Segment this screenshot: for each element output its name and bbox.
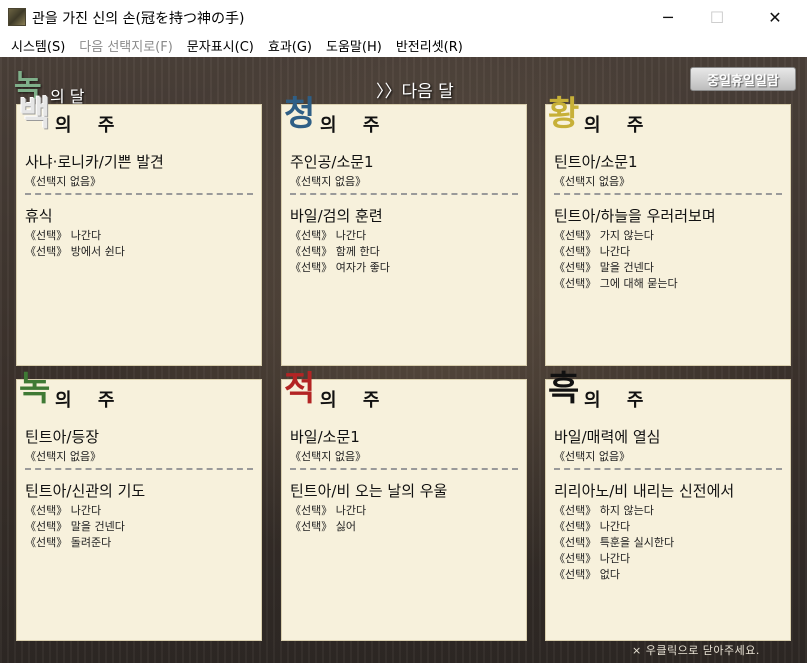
event-choice[interactable]: 《선택》 여자가 좋다: [290, 259, 390, 275]
event-choice[interactable]: 《선택》 나간다: [554, 518, 630, 534]
week-char: 황: [548, 94, 580, 134]
week-char: 녹: [19, 369, 51, 409]
event-choice[interactable]: 《선택지 없음》: [290, 173, 366, 189]
event-choice[interactable]: 《선택지 없음》: [554, 173, 630, 189]
event-choice[interactable]: 《선택》 함께 한다: [290, 243, 380, 259]
event-title[interactable]: 틴트아/등장: [25, 426, 99, 447]
event-choice[interactable]: 《선택》 없다: [554, 566, 620, 582]
event-choice[interactable]: 《선택》 가지 않는다: [554, 227, 654, 243]
event-divider: [25, 468, 253, 470]
event-choice[interactable]: 《선택지 없음》: [290, 448, 366, 464]
maximize-button[interactable]: ☐: [694, 0, 740, 34]
event-divider: [290, 468, 518, 470]
event-choice[interactable]: 《선택》 그에 대해 묻는다: [554, 275, 678, 291]
menu-help[interactable]: 도움말(H): [319, 36, 389, 55]
event-divider: [554, 468, 782, 470]
week-panel-black: 흑의 주 바일/매력에 열심 《선택지 없음》 리리아노/비 내리는 신전에서 《선택》…: [545, 372, 791, 641]
menu-text-display[interactable]: 문자표시(C): [180, 36, 261, 55]
week-label: 의 주: [584, 115, 654, 136]
window-title: 관을 가진 신의 손(冠を持つ神の手): [32, 11, 245, 27]
event-choice[interactable]: 《선택》 말을 건넨다: [554, 259, 654, 275]
week-char: 흑: [548, 369, 580, 409]
week-label: 의 주: [584, 390, 654, 411]
event-choice[interactable]: 《선택》 특훈을 실시한다: [554, 534, 674, 550]
title-bar[interactable]: 관을 가진 신의 손(冠を持つ神の手) ─ ☐ ✕: [0, 0, 807, 34]
week-panel-green: 녹의 주 틴트아/등장 《선택지 없음》 틴트아/신관의 기도 《선택》 나간다 《선택》…: [16, 372, 262, 641]
week-panel-white: 백의 주사냐·로니카/기쁜 발견 《선택지 없음》 휴식 《선택》 나간다 《선택》 방…: [16, 97, 262, 366]
event-choice[interactable]: 《선택》 하지 않는다: [554, 502, 654, 518]
event-choice[interactable]: 《선택》 싫어: [290, 518, 356, 534]
event-choice[interactable]: 《선택》 나간다: [25, 502, 101, 518]
menu-bar: 시스템(S) 다음 선택지로(F) 문자표시(C) 효과(G) 도움말(H) 반…: [0, 34, 807, 56]
event-choice[interactable]: 《선택》 나간다: [290, 502, 366, 518]
minimize-button[interactable]: ─: [645, 0, 691, 34]
week-panel-red: 적의 주바일/소문1 《선택지 없음》 틴트아/비 오는 날의 우울 《선택》 나간다…: [281, 372, 527, 641]
week-char: 적: [284, 369, 316, 409]
event-title[interactable]: 리리아노/비 내리는 신전에서: [554, 480, 734, 501]
week-label: 의 주: [320, 115, 390, 136]
event-title[interactable]: 바일/소문1: [290, 426, 360, 447]
week-label: 의 주: [55, 390, 125, 411]
event-choice[interactable]: 《선택지 없음》: [25, 448, 101, 464]
event-title[interactable]: 바일/매력에 열심: [554, 426, 660, 447]
event-title[interactable]: 틴트아/소문1: [554, 151, 638, 172]
event-choice[interactable]: 《선택》 말을 건넨다: [25, 518, 125, 534]
event-title[interactable]: 휴식: [25, 205, 53, 226]
event-title[interactable]: 틴트아/비 오는 날의 우울: [290, 480, 447, 501]
menu-system[interactable]: 시스템(S): [4, 36, 72, 55]
week-label: 의 주: [55, 115, 125, 136]
event-title[interactable]: 바일/검의 훈련: [290, 205, 383, 226]
event-choice[interactable]: 《선택지 없음》: [25, 173, 101, 189]
close-button[interactable]: ✕: [752, 0, 798, 34]
event-choice[interactable]: 《선택》 방에서 쉰다: [25, 243, 125, 259]
close-hint: × 우클릭으로 닫아주세요.: [632, 644, 760, 657]
event-divider: [290, 193, 518, 195]
event-choice[interactable]: 《선택》 나간다: [25, 227, 101, 243]
week-panel-yellow: 황의 주틴트아/소문1 《선택지 없음》 틴트아/하늘을 우러러보며 《선택》 가지 …: [545, 97, 791, 366]
menu-reverse-reset[interactable]: 반전리셋(R): [389, 36, 470, 55]
week-panel-blue: 청의 주 주인공/소문1 《선택지 없음》 바일/검의 훈련 《선택》 나간다 《선택》 …: [281, 97, 527, 366]
event-divider: [554, 193, 782, 195]
week-label: 의 주: [320, 390, 390, 411]
event-choice[interactable]: 《선택》 나간다: [554, 243, 630, 259]
event-title[interactable]: 사냐·로니카/기쁜 발견: [25, 151, 164, 172]
event-choice[interactable]: 《선택지 없음》: [554, 448, 630, 464]
menu-effects[interactable]: 효과(G): [261, 36, 319, 55]
game-area: 녹 의 달 〉〉다음 달 중일휴일일람 백의 주 사냐·로니카/기쁜 발견 《선택지…: [0, 57, 807, 663]
app-icon: [8, 8, 26, 26]
holiday-list-button[interactable]: 중일휴일일람: [690, 67, 796, 91]
event-choice[interactable]: 《선택》 돌려준다: [25, 534, 111, 550]
event-title[interactable]: 주인공/소문1: [290, 151, 374, 172]
menu-next-choice[interactable]: 다음 선택지로(F): [72, 36, 180, 55]
event-choice[interactable]: 《선택》 나간다: [290, 227, 366, 243]
week-char: 청: [284, 94, 316, 134]
next-month-button[interactable]: 〉〉다음 달: [376, 77, 454, 102]
event-title[interactable]: 틴트아/신관의 기도: [25, 480, 145, 501]
event-title[interactable]: 틴트아/하늘을 우러러보며: [554, 205, 716, 226]
event-divider: [25, 193, 253, 195]
event-choice[interactable]: 《선택》 나간다: [554, 550, 630, 566]
week-char: 백: [19, 94, 51, 134]
